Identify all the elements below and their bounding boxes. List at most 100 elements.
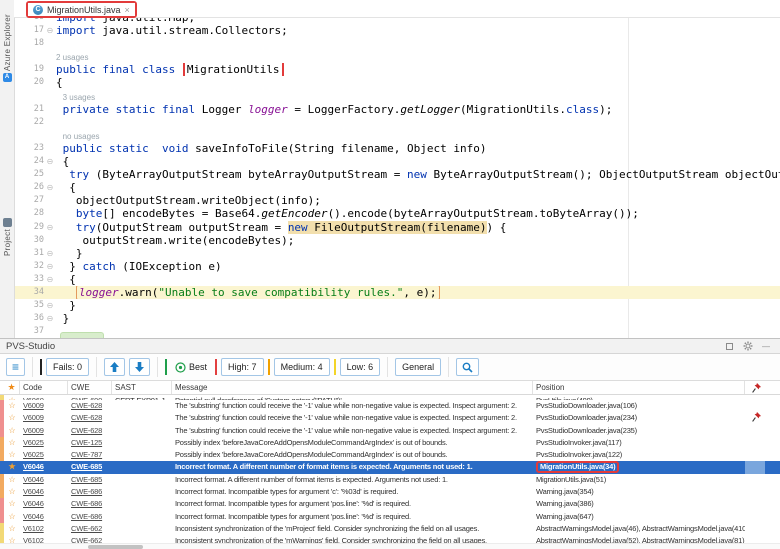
column-header-code[interactable]: Code [20,381,68,394]
favorite-star-icon[interactable]: ☆ [4,511,20,523]
warning-row[interactable]: ☆V6025CWE-787Possibly index 'beforeJavaC… [0,449,780,461]
warning-row[interactable]: ☆V6046CWE-685Incorrect format. A differe… [0,474,780,486]
fold-marker-icon[interactable]: ⊖ [44,24,56,37]
code-line[interactable]: 24⊖ { [14,155,780,168]
code-line[interactable]: 28 byte[] encodeBytes = Base64.getEncode… [14,207,780,220]
fold-marker-icon[interactable]: ⊖ [44,155,56,168]
gear-icon[interactable] [743,341,753,351]
cwe-link[interactable]: CWE-662 [68,523,112,535]
low-filter-button[interactable]: Low: 6 [340,358,381,376]
warning-code-link[interactable]: V6046 [20,474,68,486]
editor-tab[interactable]: C MigrationUtils.java × [28,3,135,16]
prev-warning-button[interactable] [104,358,125,376]
column-header-sast[interactable]: SAST [112,381,172,394]
warning-code-link[interactable]: V6009 [20,400,68,412]
code-line[interactable]: 22 [14,116,780,129]
favorite-star-icon[interactable]: ☆ [4,474,20,486]
code-line[interactable]: 36⊖ } [14,312,780,325]
cwe-link[interactable]: CWE-685 [68,461,112,473]
cwe-link[interactable]: CWE-628 [68,425,112,437]
inlay-hint-row[interactable]: no usages [14,129,780,142]
code-line[interactable]: 29⊖ try(OutputStream outputStream = new … [14,221,780,234]
code-line[interactable]: 21 private static final Logger logger = … [14,103,780,116]
code-editor[interactable]: 16import java.util.Map;17⊖import java.ut… [14,17,780,338]
code-line[interactable]: 27 objectOutputStream.writeObject(info); [14,194,780,207]
code-line[interactable]: 20{ [14,76,780,89]
code-line[interactable]: 33⊖ { [14,273,780,286]
pin-icon[interactable] [745,412,765,424]
fold-marker-icon[interactable]: ⊖ [44,312,56,325]
inlay-hint-row[interactable]: 2 usages [14,50,780,63]
warning-code-link[interactable]: V6046 [20,461,68,473]
warning-code-link[interactable]: V6009 [20,412,68,424]
warning-row[interactable]: ☆V6046CWE-686Incorrect format. Incompati… [0,498,780,510]
favorite-star-icon[interactable]: ☆ [4,437,20,449]
warning-row[interactable]: ☆V6102CWE-662Inconsistent synchronizatio… [0,523,780,535]
favorite-star-icon[interactable]: ☆ [4,498,20,510]
search-button[interactable] [456,358,479,376]
code-line[interactable]: 17⊖import java.util.stream.Collectors; [14,24,780,37]
code-line[interactable]: 19public final class MigrationUtils [14,63,780,76]
favorite-star-icon[interactable]: ☆ [4,412,20,424]
scrollbar-thumb[interactable] [88,545,143,549]
cwe-link[interactable]: CWE-787 [68,449,112,461]
code-line[interactable]: 35⊖ } [14,299,780,312]
column-header-message[interactable]: Message [172,381,533,394]
warning-code-link[interactable]: V6025 [20,449,68,461]
favorites-column-header[interactable]: ★ [4,381,20,394]
code-line[interactable]: 32⊖ } catch (IOException e) [14,260,780,273]
cwe-link[interactable]: CWE-125 [68,437,112,449]
restore-window-icon[interactable] [725,342,734,351]
pin-column-header[interactable] [745,381,765,394]
code-line[interactable]: 16import java.util.Map; [14,17,780,24]
code-line[interactable]: 34 logger.warn("Unable to save compatibi… [14,286,780,299]
warning-row[interactable]: ☆V6025CWE-125Possibly index 'beforeJavaC… [0,437,780,449]
favorite-star-icon[interactable]: ☆ [4,400,20,412]
warning-row[interactable]: ☆V6046CWE-686Incorrect format. Incompati… [0,486,780,498]
column-header-position[interactable]: Position [533,381,745,394]
fails-filter-button[interactable]: Fails: 0 [46,358,89,376]
favorite-star-icon[interactable]: ★ [4,461,20,473]
code-line[interactable]: 30 outputStream.write(encodeBytes); [14,234,780,247]
medium-filter-button[interactable]: Medium: 4 [274,358,330,376]
warning-row[interactable]: ☆V6009CWE-628The 'substring' function co… [0,400,780,412]
code-line[interactable]: 23 public static void saveInfoToFile(Str… [14,142,780,155]
cwe-link[interactable]: CWE-686 [68,511,112,523]
warning-row[interactable]: ☆V6009CWE-628The 'substring' function co… [0,425,780,437]
code-line[interactable]: 18 [14,37,780,50]
hide-panel-icon[interactable]: — [762,342,770,351]
code-line[interactable]: 25 try (ByteArrayOutputStream byteArrayO… [14,168,780,181]
cwe-link[interactable]: CWE-628 [68,412,112,424]
cwe-link[interactable]: CWE-686 [68,498,112,510]
fold-marker-icon[interactable]: ⊖ [44,299,56,312]
favorite-star-icon[interactable]: ☆ [4,523,20,535]
stripe-button-project[interactable]: Project [0,216,14,256]
best-filter-button[interactable]: Best [171,358,211,376]
warning-code-link[interactable]: V6025 [20,437,68,449]
warning-code-link[interactable]: V6009 [20,425,68,437]
code-line[interactable]: 37 [14,325,780,338]
warning-code-link[interactable]: V6046 [20,498,68,510]
inlay-hint-row[interactable]: 3 usages [14,90,780,103]
code-line[interactable]: 31⊖ } [14,247,780,260]
cwe-link[interactable]: CWE-686 [68,486,112,498]
warning-row[interactable]: ☆V6009CWE-628The 'substring' function co… [0,412,780,424]
menu-button[interactable]: ≡ [6,358,25,376]
horizontal-scrollbar[interactable] [0,543,780,549]
code-line[interactable]: 26⊖ { [14,181,780,194]
fold-marker-icon[interactable]: ⊖ [44,247,56,260]
cwe-link[interactable]: CWE-685 [68,474,112,486]
column-header-cwe[interactable]: CWE [68,381,112,394]
fold-marker-icon[interactable]: ⊖ [44,181,56,194]
warning-code-link[interactable]: V6102 [20,523,68,535]
general-filter-button[interactable]: General [395,358,441,376]
stripe-button-azure-explorer[interactable]: Azure Explorer A [0,14,14,84]
fold-marker-icon[interactable]: ⊖ [44,260,56,273]
favorite-star-icon[interactable]: ☆ [4,486,20,498]
favorite-star-icon[interactable]: ☆ [4,449,20,461]
warning-row[interactable]: ★V6046CWE-685Incorrect format. A differe… [0,461,780,473]
warning-code-link[interactable]: V6046 [20,486,68,498]
warning-row[interactable]: ☆V6046CWE-686Incorrect format. Incompati… [0,511,780,523]
high-filter-button[interactable]: High: 7 [221,358,264,376]
fold-marker-icon[interactable]: ⊖ [44,221,56,234]
